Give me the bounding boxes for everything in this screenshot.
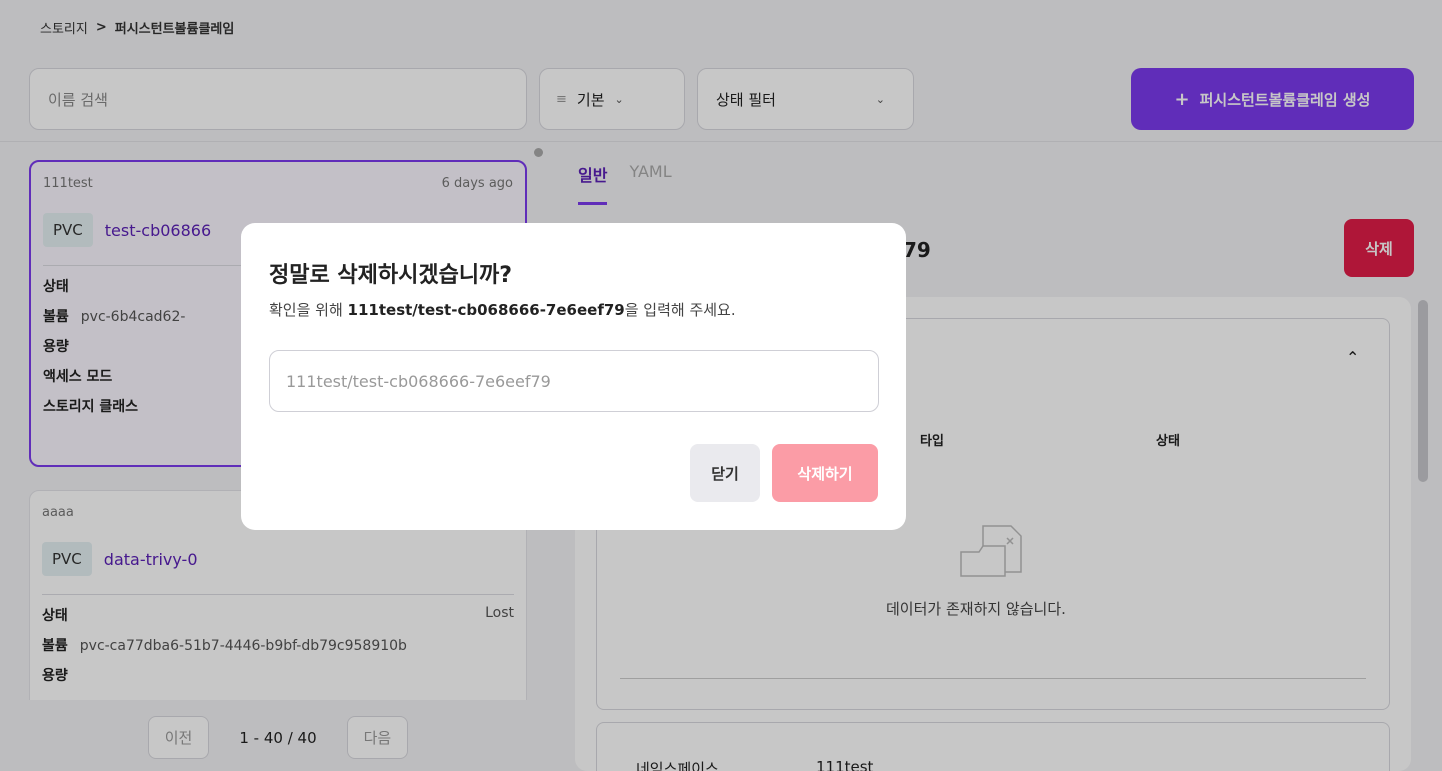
confirm-name-input[interactable]: 111test/test-cb068666-7e6eef79 [269, 350, 879, 412]
confirm-input-placeholder: 111test/test-cb068666-7e6eef79 [286, 371, 551, 391]
dialog-desc-suffix: 을 입력해 주세요. [624, 301, 736, 319]
dialog-desc-target: 111test/test-cb068666-7e6eef79 [347, 301, 625, 319]
delete-confirm-dialog: 정말로 삭제하시겠습니까? 확인을 위해 111test/test-cb0686… [241, 223, 906, 530]
close-button[interactable]: 닫기 [690, 444, 760, 502]
dialog-title: 정말로 삭제하시겠습니까? [269, 263, 513, 288]
dialog-desc-prefix: 확인을 위해 [269, 301, 348, 319]
dialog-description: 확인을 위해 111test/test-cb068666-7e6eef79을 입… [269, 299, 878, 320]
dialog-actions: 닫기 삭제하기 [690, 444, 878, 502]
confirm-delete-button[interactable]: 삭제하기 [772, 444, 878, 502]
